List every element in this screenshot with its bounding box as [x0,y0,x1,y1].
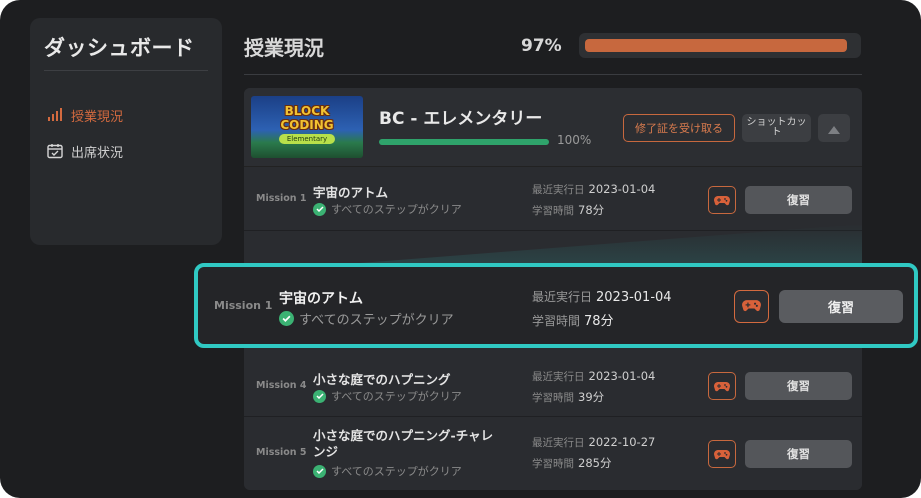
last-run-key: 最近実行日 [532,290,593,304]
last-run-date: 最近実行日 2023-01-04 [532,369,655,384]
study-time-value: 78分 [584,314,614,329]
mission-label: Mission 1 [214,299,273,312]
last-run-date: 最近実行日 2023-01-04 [532,182,655,197]
review-button[interactable]: 復習 [745,186,852,214]
check-circle-icon [313,464,326,478]
play-game-button[interactable] [708,186,736,214]
last-run-key: 最近実行日 [532,437,585,449]
overall-progress-bar [579,33,861,58]
mission-title: 小さな庭でのハプニング-チャレンジ [313,428,494,459]
overall-percent: 97% [521,36,562,56]
mission-status: すべてのステップがクリア [279,309,454,328]
sidebar-title: ダッシュボード [44,36,195,60]
mission-title: 宇宙のアトム [313,185,389,200]
study-time-key: 学習時間 [532,458,574,470]
review-button[interactable]: 復習 [745,372,852,400]
last-run-value: 2022-10-27 [588,435,656,449]
last-run-key: 最近実行日 [532,184,585,196]
last-run-key: 最近実行日 [532,371,585,383]
study-time-key: 学習時間 [532,314,581,328]
last-run-value: 2023-01-04 [588,369,656,383]
app-frame: ダッシュボード 授業現況 出席状況 授業現況 97% BLOCK CODING … [0,0,921,498]
study-time-key: 学習時間 [532,205,574,217]
last-run-value: 2023-01-04 [588,182,656,196]
mission-status-text: すべてのステップがクリア [299,313,454,328]
sidebar-item-attendance[interactable]: 出席状況 [47,140,123,162]
course-header: BLOCK CODING Elementary BC - エレメンタリー 100… [244,88,862,167]
mission-status: すべてのステップがクリア [313,388,462,404]
study-time-value: 78分 [578,203,605,217]
mission-status: すべてのステップがクリア [313,463,462,479]
gamepad-icon [714,445,730,464]
last-run-date: 最近実行日 2023-01-04 [532,288,672,305]
study-time-key: 学習時間 [532,392,574,404]
mission-label: Mission 4 [256,380,307,391]
study-time: 学習時間 285分 [532,455,611,471]
thumbnail-logo-line2: CODING [280,118,334,132]
check-circle-icon [313,202,326,216]
last-run-value: 2023-01-04 [596,290,672,305]
course-thumbnail: BLOCK CODING Elementary [251,96,363,158]
last-run-date: 最近実行日 2022-10-27 [532,435,655,450]
chevron-up-icon [828,119,840,138]
gamepad-icon [742,297,761,316]
review-button[interactable]: 復習 [745,440,852,468]
study-time: 学習時間 78分 [532,310,614,329]
review-button[interactable]: 復習 [779,290,903,323]
mission-row: Mission 5 小さな庭でのハプニング-チャレンジ すべてのステップがクリア… [244,417,862,490]
page-title: 授業現況 [244,36,324,60]
sidebar: ダッシュボード 授業現況 出席状況 [30,18,222,245]
play-game-button[interactable] [734,290,769,323]
gamepad-icon [714,377,730,396]
mission-label: Mission 1 [256,193,307,204]
mission-status: すべてのステップがクリア [313,201,462,217]
play-game-button[interactable] [708,440,736,468]
thumbnail-logo-line3: Elementary [279,134,335,144]
study-time-value: 39分 [578,390,605,404]
collapse-button[interactable] [818,114,850,142]
sidebar-item-label: 出席状況 [71,145,124,161]
mission-row: Mission 4 小さな庭でのハプニング すべてのステップがクリア 最近実行日… [244,352,862,417]
certificate-button[interactable]: 修了証を受け取る [623,114,735,142]
sidebar-item-label: 授業現況 [71,109,124,125]
header-divider [244,74,862,75]
course-progress-label: 100% [557,133,592,147]
mission-row: Mission 1 宇宙のアトム すべてのステップがクリア 最近実行日 2023-… [244,167,862,231]
check-circle-icon [279,311,294,326]
mission-title: 小さな庭でのハプニング [313,372,451,387]
mission-title: 宇宙のアトム [279,291,363,307]
course-progress-fill [379,139,549,145]
mission-status-text: すべてのステップがクリア [331,465,462,478]
highlighted-mission-card: Mission 1 宇宙のアトム すべてのステップがクリア 最近実行日 2023-… [194,263,918,348]
study-time: 学習時間 39分 [532,389,604,405]
sidebar-item-class-status[interactable]: 授業現況 [47,104,123,126]
mission-status-text: すべてのステップがクリア [331,390,462,403]
mission-label: Mission 5 [256,447,307,458]
play-game-button[interactable] [708,372,736,400]
mission-status-text: すべてのステップがクリア [331,203,462,216]
calendar-check-icon [47,143,63,159]
thumbnail-logo-line1: BLOCK [284,104,330,118]
study-time-value: 285分 [578,456,612,470]
overall-progress-fill [585,39,847,52]
gamepad-icon [714,191,730,210]
course-progress-bar [379,139,549,145]
shortcut-button[interactable]: ショットカット [742,114,811,142]
check-circle-icon [313,389,326,403]
study-time: 学習時間 78分 [532,202,604,218]
sidebar-divider [44,70,208,71]
bar-chart-icon [47,107,63,123]
course-name: BC - エレメンタリー [379,109,543,129]
